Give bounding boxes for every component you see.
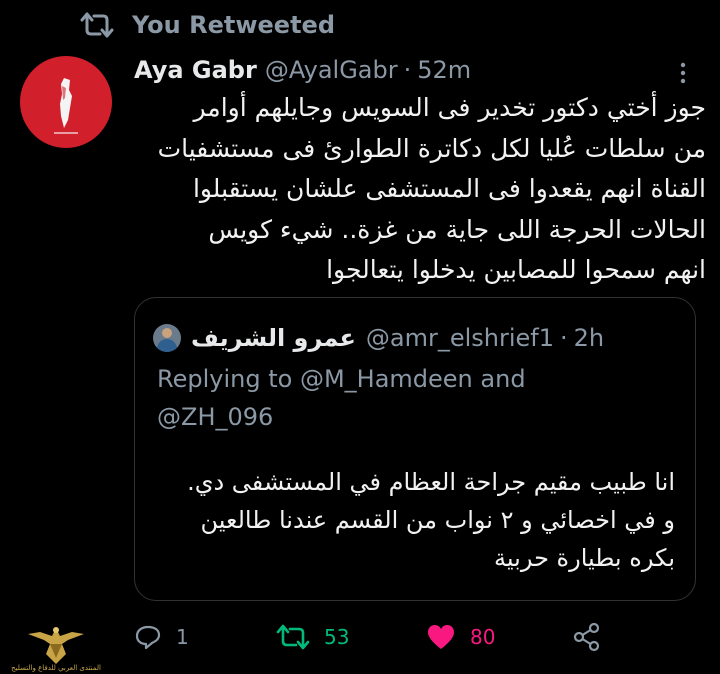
reply-count: 1 [176,625,189,649]
tweet-header: Aya Gabr @AyalGabr · 52m [134,50,471,90]
mention-link[interactable]: @M_Hamdeen [300,365,473,393]
separator-dot: · [560,324,568,352]
share-icon [573,622,600,652]
quoted-author-name[interactable]: عمرو الشريف [191,324,356,352]
retweet-label: You Retweeted [132,11,335,39]
tweet-body: جوز أختي دكتور تخدير فى السويس وجايلهم أ… [134,88,706,291]
retweet-button[interactable]: 53 [276,620,349,654]
palestine-map-icon [54,78,78,134]
like-button[interactable]: 80 [426,620,495,654]
more-vertical-icon[interactable] [674,58,692,88]
quoted-tweet-header: عمرو الشريف @amr_elshrief1 · 2h [153,318,604,358]
avatar-shoulders-shape [157,339,177,352]
retweet-icon [80,12,114,38]
quoted-body-line: انا طبيب مقيم جراحة العظام في المستشفى د… [187,468,675,496]
retweet-icon [276,624,310,650]
author-name[interactable]: Aya Gabr [134,56,257,84]
heart-icon [428,625,454,649]
reply-icon [135,625,161,650]
quoted-tweet-card[interactable]: عمرو الشريف @amr_elshrief1 · 2h Replying… [134,297,696,601]
quoted-tweet-time[interactable]: 2h [574,324,604,352]
author-avatar[interactable] [20,56,112,148]
quoted-author-handle[interactable]: @amr_elshrief1 [366,324,554,352]
watermark-text: المنتدى العربي للدفاع والتسليح [11,664,101,672]
tweet-actions: 1 53 80 [134,620,694,654]
reply-button[interactable]: 1 [134,620,189,654]
quoted-tweet-body: انا طبيب مقيم جراحة العظام في المستشفى د… [155,463,675,577]
replying-to: Replying to @M_Hamdeen and @ZH_096 [157,360,677,436]
tweet-body-line: جوز أختي دكتور تخدير فى السويس وجايلهم أ… [193,93,706,122]
retweet-banner: You Retweeted [80,8,335,42]
retweet-count: 53 [324,625,350,649]
tweet-body-line: من سلطات عُليا لكل دكاترة الطوارئ فى مست… [157,133,706,163]
author-handle[interactable]: @AyalGabr [265,56,398,84]
quoted-author-avatar[interactable] [153,324,181,352]
like-count: 80 [470,625,496,649]
tweet-body-line: الحالات الحرجة اللى جاية من غزة.. شيء كو… [208,214,706,244]
quoted-body-line: بكره بطيارة حربية [494,544,675,572]
avatar-head-shape [162,328,172,338]
share-button[interactable] [572,620,616,654]
tweet-body-line: انهم سمحوا للمصابين يدخلوا يتعالجوا [326,255,706,284]
tweet-body-line: القناة انهم يقعدوا فى المستشفى علشان يست… [192,174,706,203]
tweet-time[interactable]: 52m [417,56,471,84]
replying-and: and [480,365,526,393]
mention-link[interactable]: @ZH_096 [157,403,273,431]
separator-dot: · [403,56,412,84]
quoted-body-line: و في اخصائي و ٢ نواب من القسم عندنا طالع… [200,506,675,534]
replying-prefix: Replying to [157,365,293,393]
